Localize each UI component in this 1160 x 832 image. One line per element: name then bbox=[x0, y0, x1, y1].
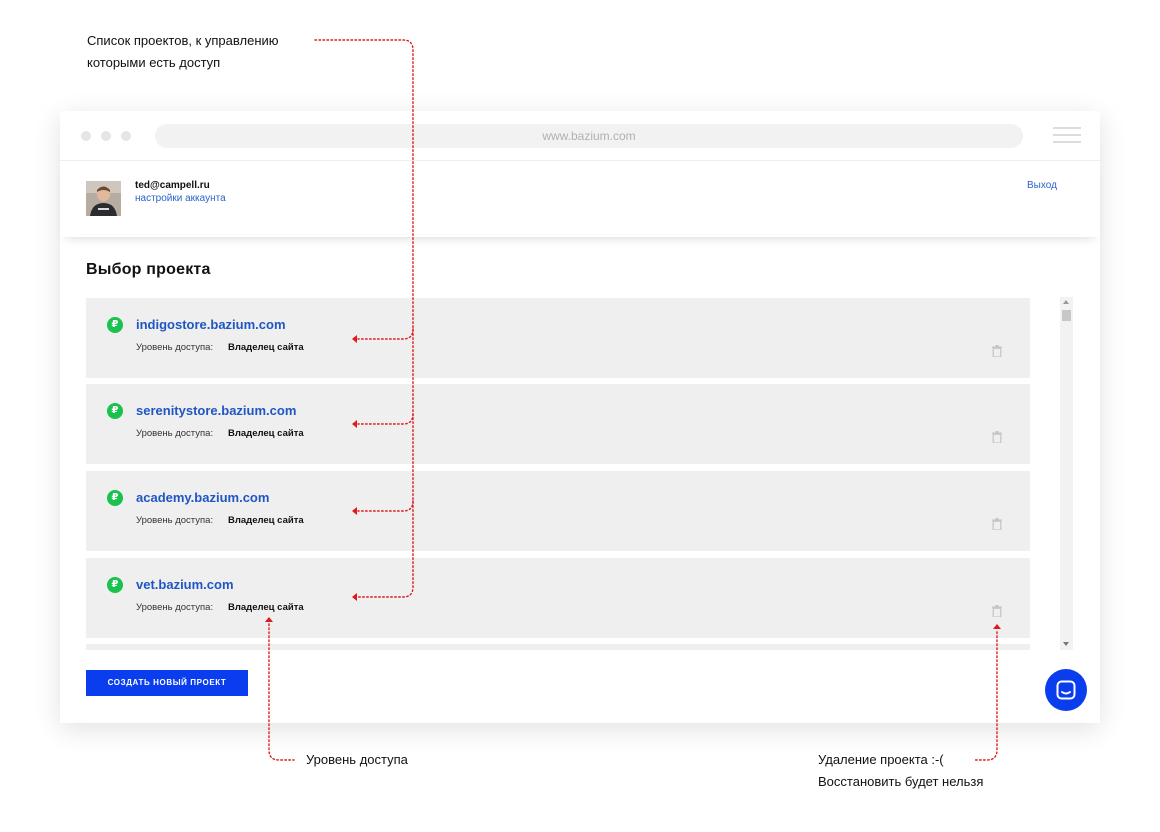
browser-toolbar: www.bazium.com bbox=[60, 111, 1100, 161]
project-list-scrollbar[interactable] bbox=[1060, 297, 1073, 650]
annotation-projects-list-line1: Список проектов, к управлению bbox=[87, 33, 279, 48]
scroll-thumb[interactable] bbox=[1062, 310, 1071, 321]
chat-icon bbox=[1056, 680, 1076, 700]
access-level-value: Владелец сайта bbox=[228, 602, 304, 613]
ruble-icon: ₽ bbox=[107, 490, 123, 506]
project-card[interactable]: ₽ vet.bazium.com Уровень доступа: Владел… bbox=[86, 558, 1030, 638]
account-header: ted@campell.ru настройки аккаунта Выход bbox=[60, 162, 1100, 237]
trash-icon[interactable] bbox=[992, 345, 1002, 357]
project-name-link[interactable]: indigostore.bazium.com bbox=[136, 317, 286, 332]
project-card[interactable]: ₽ indigostore.bazium.com Уровень доступа… bbox=[86, 298, 1030, 378]
browser-window: www.bazium.com ted@campell.ru настройки … bbox=[60, 111, 1100, 723]
scroll-up-arrow-icon[interactable] bbox=[1063, 300, 1069, 304]
window-dot-icon bbox=[101, 131, 111, 141]
account-settings-link[interactable]: настройки аккаунта bbox=[135, 193, 226, 204]
avatar bbox=[86, 181, 121, 216]
window-dot-icon bbox=[81, 131, 91, 141]
project-name-link[interactable]: academy.bazium.com bbox=[136, 490, 269, 505]
annotation-access-level: Уровень доступа bbox=[306, 752, 408, 767]
create-project-button[interactable]: Создать новый проект bbox=[86, 670, 248, 696]
project-card-partial[interactable] bbox=[86, 644, 1030, 650]
project-card[interactable]: ₽ academy.bazium.com Уровень доступа: Вл… bbox=[86, 471, 1030, 551]
annotation-delete: Удаление проекта :-( Восстановить будет … bbox=[818, 749, 983, 793]
avatar-photo-icon bbox=[86, 181, 121, 216]
access-level-label: Уровень доступа: bbox=[136, 515, 214, 526]
access-level-label: Уровень доступа: bbox=[136, 428, 214, 439]
window-dot-icon bbox=[121, 131, 131, 141]
account-email: ted@campell.ru bbox=[135, 180, 210, 191]
access-level-label: Уровень доступа: bbox=[136, 602, 214, 613]
scroll-down-arrow-icon[interactable] bbox=[1063, 642, 1069, 646]
trash-icon[interactable] bbox=[992, 605, 1002, 617]
trash-icon[interactable] bbox=[992, 518, 1002, 530]
project-name-link[interactable]: vet.bazium.com bbox=[136, 577, 234, 592]
annotation-delete-line1: Удаление проекта :-( bbox=[818, 752, 944, 767]
access-level-value: Владелец сайта bbox=[228, 515, 304, 526]
access-level-label: Уровень доступа: bbox=[136, 342, 214, 353]
chat-widget-button[interactable] bbox=[1045, 669, 1087, 711]
project-card[interactable]: ₽ serenitystore.bazium.com Уровень досту… bbox=[86, 384, 1030, 464]
access-level-value: Владелец сайта bbox=[228, 428, 304, 439]
ruble-icon: ₽ bbox=[107, 577, 123, 593]
logout-link[interactable]: Выход bbox=[1027, 180, 1057, 191]
ruble-icon: ₽ bbox=[107, 403, 123, 419]
annotation-delete-line2: Восстановить будет нельзя bbox=[818, 774, 984, 789]
annotation-projects-list: Список проектов, к управлению которыми е… bbox=[87, 30, 279, 74]
ruble-icon: ₽ bbox=[107, 317, 123, 333]
annotation-projects-list-line2: которыми есть доступ bbox=[87, 55, 221, 70]
project-name-link[interactable]: serenitystore.bazium.com bbox=[136, 403, 296, 418]
project-list[interactable]: ₽ indigostore.bazium.com Уровень доступа… bbox=[86, 298, 1030, 650]
hamburger-menu-icon[interactable] bbox=[1053, 127, 1081, 143]
access-level-value: Владелец сайта bbox=[228, 342, 304, 353]
trash-icon[interactable] bbox=[992, 431, 1002, 443]
page-title: Выбор проекта bbox=[86, 261, 211, 278]
address-bar[interactable]: www.bazium.com bbox=[155, 124, 1023, 148]
